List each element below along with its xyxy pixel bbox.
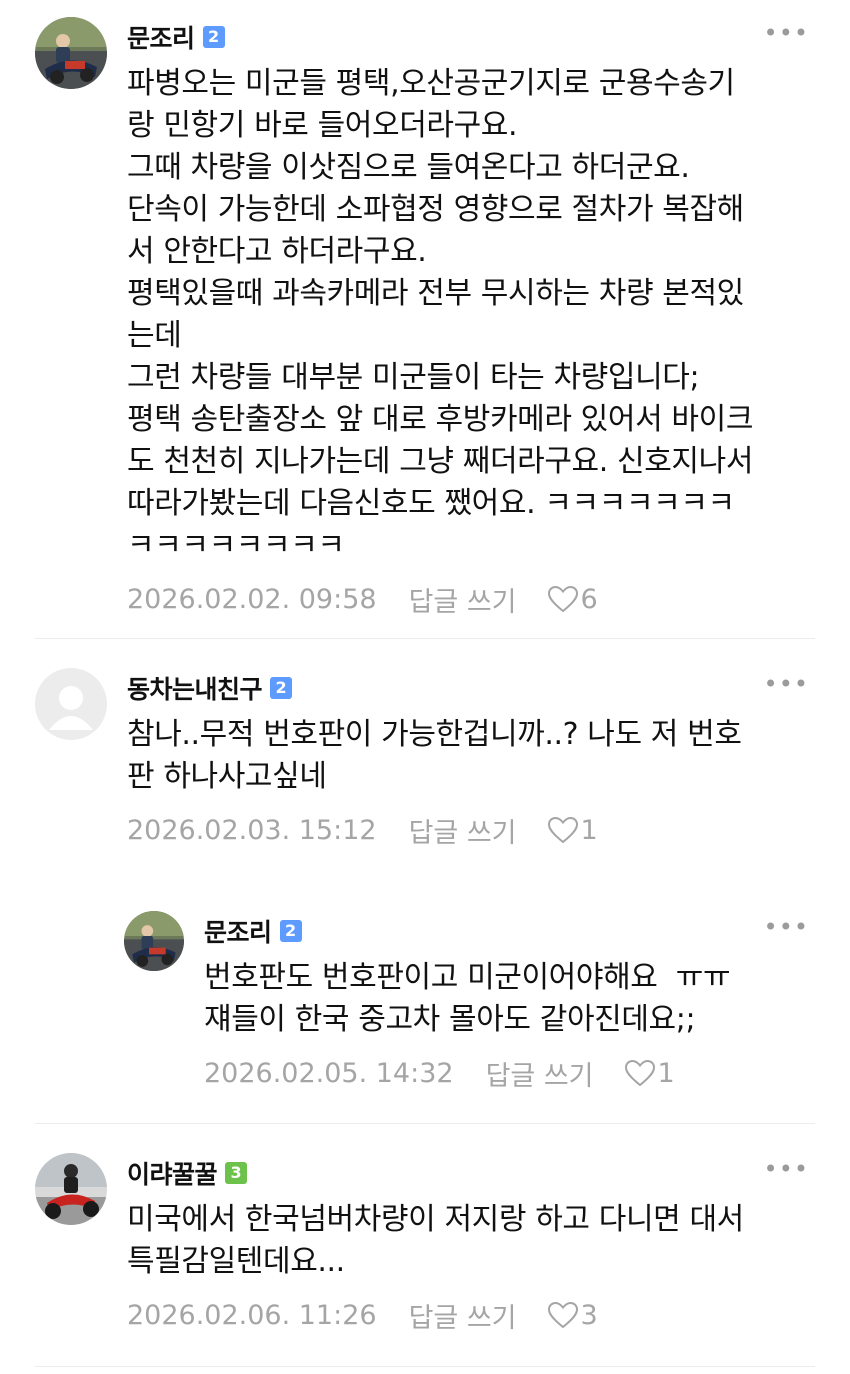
comment-date: 2026.02.02. 09:58 (127, 583, 377, 615)
comment-divider (35, 638, 815, 639)
reply-button[interactable]: 답글 쓰기 (409, 580, 517, 619)
like-button[interactable]: 1 (547, 815, 598, 846)
like-count: 3 (580, 1299, 598, 1331)
author-name[interactable]: 문조리 (127, 19, 195, 55)
like-button[interactable]: 1 (624, 1058, 675, 1089)
like-count: 6 (580, 583, 598, 615)
heart-icon (547, 816, 578, 844)
more-options-icon[interactable]: ••• (764, 672, 809, 696)
comment-text: 번호판도 번호판이고 미군이어야해요 ㅠㅠ 쟤들이 한국 중고차 몰아도 같아진… (204, 960, 731, 1037)
comment-date: 2026.02.03. 15:12 (127, 814, 377, 846)
motorcycle-rider-avatar[interactable] (35, 17, 107, 89)
author-name[interactable]: 문조리 (204, 913, 272, 949)
like-count: 1 (580, 814, 598, 846)
reply-button[interactable]: 답글 쓰기 (409, 1296, 517, 1335)
like-button[interactable]: 6 (547, 584, 598, 615)
more-options-icon[interactable]: ••• (764, 1157, 809, 1181)
author-name[interactable]: 동차는내친구 (127, 670, 263, 706)
more-options-icon[interactable]: ••• (764, 915, 809, 939)
like-count: 1 (657, 1057, 675, 1089)
comment-date: 2026.02.06. 11:26 (127, 1299, 377, 1331)
comment-divider (35, 1366, 815, 1367)
comment-text: 참나..무적 번호판이 가능한겁니까..? 나도 저 번호 판 하나사고싶네 (127, 717, 742, 794)
reply-button[interactable]: 답글 쓰기 (486, 1054, 594, 1093)
author-name[interactable]: 이랴꿀꿀 (127, 1155, 218, 1191)
red-motorcycle-avatar[interactable] (35, 1153, 107, 1225)
heart-icon (624, 1059, 655, 1087)
comment-text: 파병오는 미군들 평택,오산공군기지로 군용수송기 랑 민항기 바로 들어오더라… (127, 66, 754, 563)
level-badge: 2 (279, 920, 302, 942)
comment-date: 2026.02.05. 14:32 (204, 1057, 454, 1089)
more-options-icon[interactable]: ••• (764, 21, 809, 45)
comment-text: 미국에서 한국넘버차량이 저지랑 하고 다니면 대서 특필감일텐데요... (127, 1202, 744, 1279)
heart-icon (547, 1301, 578, 1329)
level-badge: 3 (225, 1162, 248, 1184)
heart-icon (547, 585, 578, 613)
comment-divider (35, 1123, 815, 1124)
level-badge: 2 (270, 677, 293, 699)
like-button[interactable]: 3 (547, 1300, 598, 1331)
reply-button[interactable]: 답글 쓰기 (409, 811, 517, 850)
motorcycle-rider-avatar[interactable] (124, 911, 184, 971)
default-person-avatar[interactable] (35, 668, 107, 740)
level-badge: 2 (202, 26, 225, 48)
